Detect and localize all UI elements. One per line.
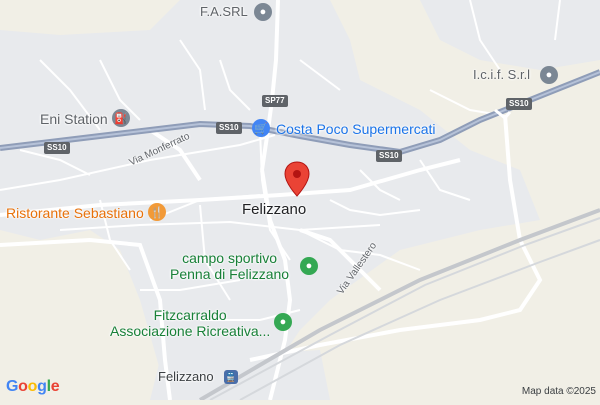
brand-letter: G bbox=[6, 378, 19, 395]
train-station-icon[interactable]: 🚆 bbox=[224, 370, 238, 384]
road-shield-sp77: SP77 bbox=[262, 95, 288, 107]
place-label-felizzano[interactable]: Felizzano bbox=[242, 201, 306, 218]
gas-station-icon[interactable]: ⛽ bbox=[112, 109, 130, 127]
location-pin-icon[interactable]: ● bbox=[540, 66, 558, 84]
map-attribution: Map data ©2025 bbox=[521, 386, 596, 397]
brand-letter: o bbox=[27, 378, 38, 395]
poi-label-ristorante[interactable]: Ristorante Sebastiano bbox=[6, 205, 144, 221]
urban-area-ne bbox=[420, 0, 600, 70]
poi-label-icif[interactable]: I.c.i.f. S.r.l bbox=[473, 67, 530, 83]
poi-label-campo-sportivo[interactable]: campo sportivo Penna di Felizzano bbox=[170, 250, 289, 282]
road-shield-ss10: SS10 bbox=[506, 98, 532, 110]
map-canvas[interactable]: SS10 SS10 SS10 SS10 SP77 F.A.SRL ● I.c.i… bbox=[0, 0, 600, 402]
location-pin-icon[interactable]: ● bbox=[254, 3, 272, 21]
brand-letter: e bbox=[50, 378, 60, 395]
google-logo: Google bbox=[6, 378, 60, 396]
sports-pin-icon[interactable]: ● bbox=[300, 257, 318, 275]
road-shield-ss10: SS10 bbox=[44, 142, 70, 154]
road-shield-ss10: SS10 bbox=[376, 150, 402, 162]
poi-label-fasrl[interactable]: F.A.SRL bbox=[200, 4, 248, 20]
poi-label-fitzcarraldo[interactable]: Fitzcarraldo Associazione Ricreativa... bbox=[110, 307, 270, 339]
brand-letter: o bbox=[18, 378, 28, 395]
map-base bbox=[0, 0, 600, 402]
place-label-felizzano-station[interactable]: Felizzano bbox=[158, 369, 214, 385]
sports-pin-icon[interactable]: ● bbox=[274, 313, 292, 331]
shopping-cart-icon[interactable]: 🛒 bbox=[252, 119, 270, 137]
road-shield-ss10: SS10 bbox=[216, 122, 242, 134]
poi-label-costa-poco[interactable]: Costa Poco Supermercati bbox=[276, 121, 436, 137]
poi-label-eni-station[interactable]: Eni Station bbox=[40, 111, 108, 127]
restaurant-icon[interactable]: 🍴 bbox=[148, 203, 166, 221]
brand-letter: g bbox=[37, 378, 47, 395]
